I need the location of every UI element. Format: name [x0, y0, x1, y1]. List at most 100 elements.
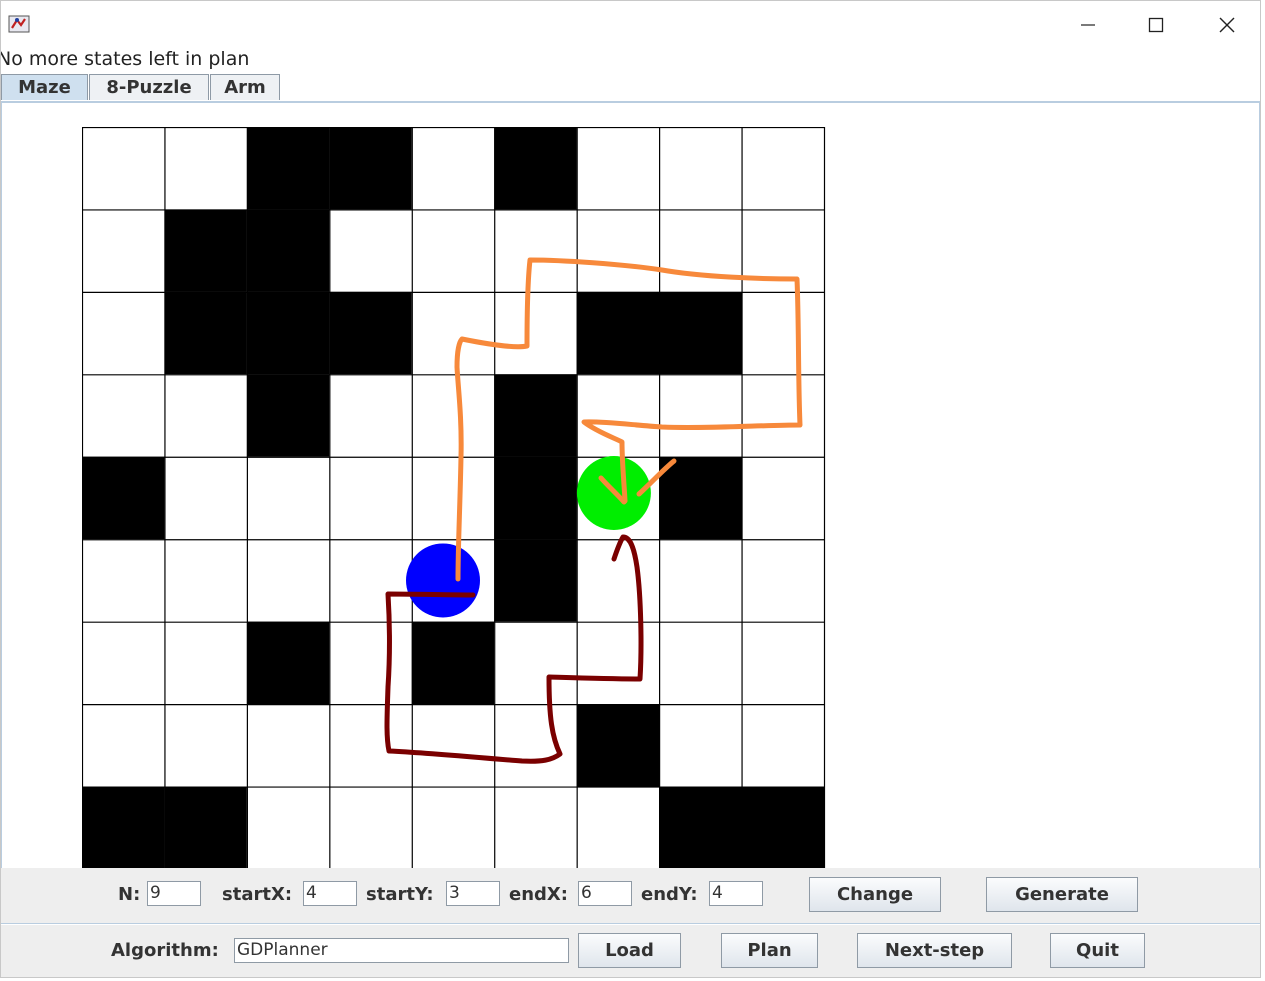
algorithm-bar: Algorithm: GDPlanner Load Plan Next-step…: [1, 925, 1260, 977]
maze-open-cell: [576, 209, 660, 292]
maze-open-cell: [576, 621, 660, 705]
maze-open-cell: [329, 456, 412, 540]
maze-open-cell: [741, 704, 824, 787]
maze-wall-cell: [246, 127, 330, 210]
maze-open-cell: [164, 374, 247, 457]
maze-open-cell: [329, 704, 412, 787]
maze-wall-cell: [246, 621, 330, 705]
maze-open-cell: [164, 539, 247, 622]
maze-open-cell: [329, 209, 412, 292]
tab-8-puzzle[interactable]: 8-Puzzle: [89, 74, 209, 100]
maze-open-cell: [494, 291, 577, 375]
maze-canvas[interactable]: [82, 127, 827, 868]
quit-button[interactable]: Quit: [1050, 933, 1145, 968]
n-label: N:: [118, 884, 141, 905]
minimize-button[interactable]: [1066, 9, 1110, 41]
next-step-button[interactable]: Next-step: [857, 933, 1012, 968]
generate-button[interactable]: Generate: [986, 877, 1138, 912]
maze-open-cell: [82, 704, 165, 787]
maze-wall-cell: [246, 209, 330, 292]
maze-open-cell: [246, 539, 330, 622]
tab-arm[interactable]: Arm: [210, 74, 280, 100]
maze-open-cell: [411, 786, 495, 868]
algorithm-field[interactable]: GDPlanner: [234, 938, 569, 963]
maze-open-cell: [576, 127, 660, 210]
maze-open-cell: [741, 456, 824, 540]
maze-open-cell: [411, 127, 495, 210]
maze-open-cell: [494, 786, 577, 868]
maximize-icon: [1148, 17, 1164, 33]
maze-open-cell: [411, 291, 495, 375]
maze-wall-cell: [576, 291, 660, 375]
maze-open-cell: [659, 209, 742, 292]
endx-label: endX:: [509, 884, 568, 905]
maze-open-cell: [494, 209, 577, 292]
maze-open-cell: [329, 621, 412, 705]
maze-open-cell: [164, 127, 247, 210]
close-icon: [1219, 17, 1235, 33]
maze-open-cell: [82, 291, 165, 375]
maze-wall-cell: [659, 291, 742, 375]
change-button[interactable]: Change: [809, 877, 941, 912]
maze-parameters-bar: N: 9 startX: 4 startY: 3 endX: 6 endY: 4…: [1, 868, 1260, 924]
maze-open-cell: [82, 374, 165, 457]
startx-field[interactable]: 4: [303, 881, 357, 906]
starty-label: startY:: [366, 884, 434, 905]
maze-open-cell: [411, 209, 495, 292]
maximize-button[interactable]: [1134, 9, 1178, 41]
maze-wall-cell: [164, 291, 247, 375]
minimize-icon: [1081, 24, 1095, 26]
maze-wall-cell: [329, 291, 412, 375]
maze-open-cell: [329, 374, 412, 457]
maze-open-cell: [82, 621, 165, 705]
maze-open-cell: [494, 704, 577, 787]
maze-open-cell: [659, 374, 742, 457]
maze-open-cell: [659, 539, 742, 622]
maze-wall-cell: [82, 456, 165, 540]
maze-open-cell: [741, 127, 824, 210]
maze-open-cell: [576, 374, 660, 457]
maze-wall-cell: [494, 539, 577, 622]
maze-wall-cell: [494, 127, 577, 210]
maze-wall-cell: [494, 374, 577, 457]
maze-open-cell: [659, 621, 742, 705]
maze-wall-cell: [659, 456, 742, 540]
endy-label: endY:: [641, 884, 698, 905]
maze-wall-cell: [246, 374, 330, 457]
java-app-icon: [8, 15, 30, 33]
starty-field[interactable]: 3: [446, 881, 500, 906]
maze-open-cell: [741, 539, 824, 622]
title-bar: [1, 1, 1260, 47]
maze-wall-cell: [246, 291, 330, 375]
load-button[interactable]: Load: [578, 933, 681, 968]
maze-open-cell: [659, 127, 742, 210]
maze-panel: [1, 101, 1260, 868]
close-button[interactable]: [1205, 9, 1249, 41]
endy-field[interactable]: 4: [709, 881, 763, 906]
app-window: No more states left in plan Maze 8-Puzzl…: [0, 0, 1261, 978]
n-field[interactable]: 9: [147, 881, 201, 906]
status-message: No more states left in plan: [0, 48, 250, 70]
maze-open-cell: [576, 786, 660, 868]
maze-wall-cell: [494, 456, 577, 540]
plan-button[interactable]: Plan: [721, 933, 818, 968]
maze-open-cell: [164, 704, 247, 787]
maze-open-cell: [411, 704, 495, 787]
maze-open-cell: [741, 374, 824, 457]
maze-open-cell: [741, 291, 824, 375]
maze-open-cell: [164, 456, 247, 540]
maze-open-cell: [494, 621, 577, 705]
maze-open-cell: [246, 704, 330, 787]
maze-open-cell: [164, 621, 247, 705]
maze-wall-cell: [164, 209, 247, 292]
endx-field[interactable]: 6: [578, 881, 632, 906]
maze-open-cell: [329, 539, 412, 622]
start-marker: [406, 543, 480, 618]
maze-wall-cell: [741, 786, 824, 868]
maze-wall-cell: [411, 621, 495, 705]
maze-open-cell: [329, 786, 412, 868]
startx-label: startX:: [222, 884, 293, 905]
tab-maze[interactable]: Maze: [1, 74, 88, 100]
maze-open-cell: [82, 539, 165, 622]
maze-wall-cell: [329, 127, 412, 210]
